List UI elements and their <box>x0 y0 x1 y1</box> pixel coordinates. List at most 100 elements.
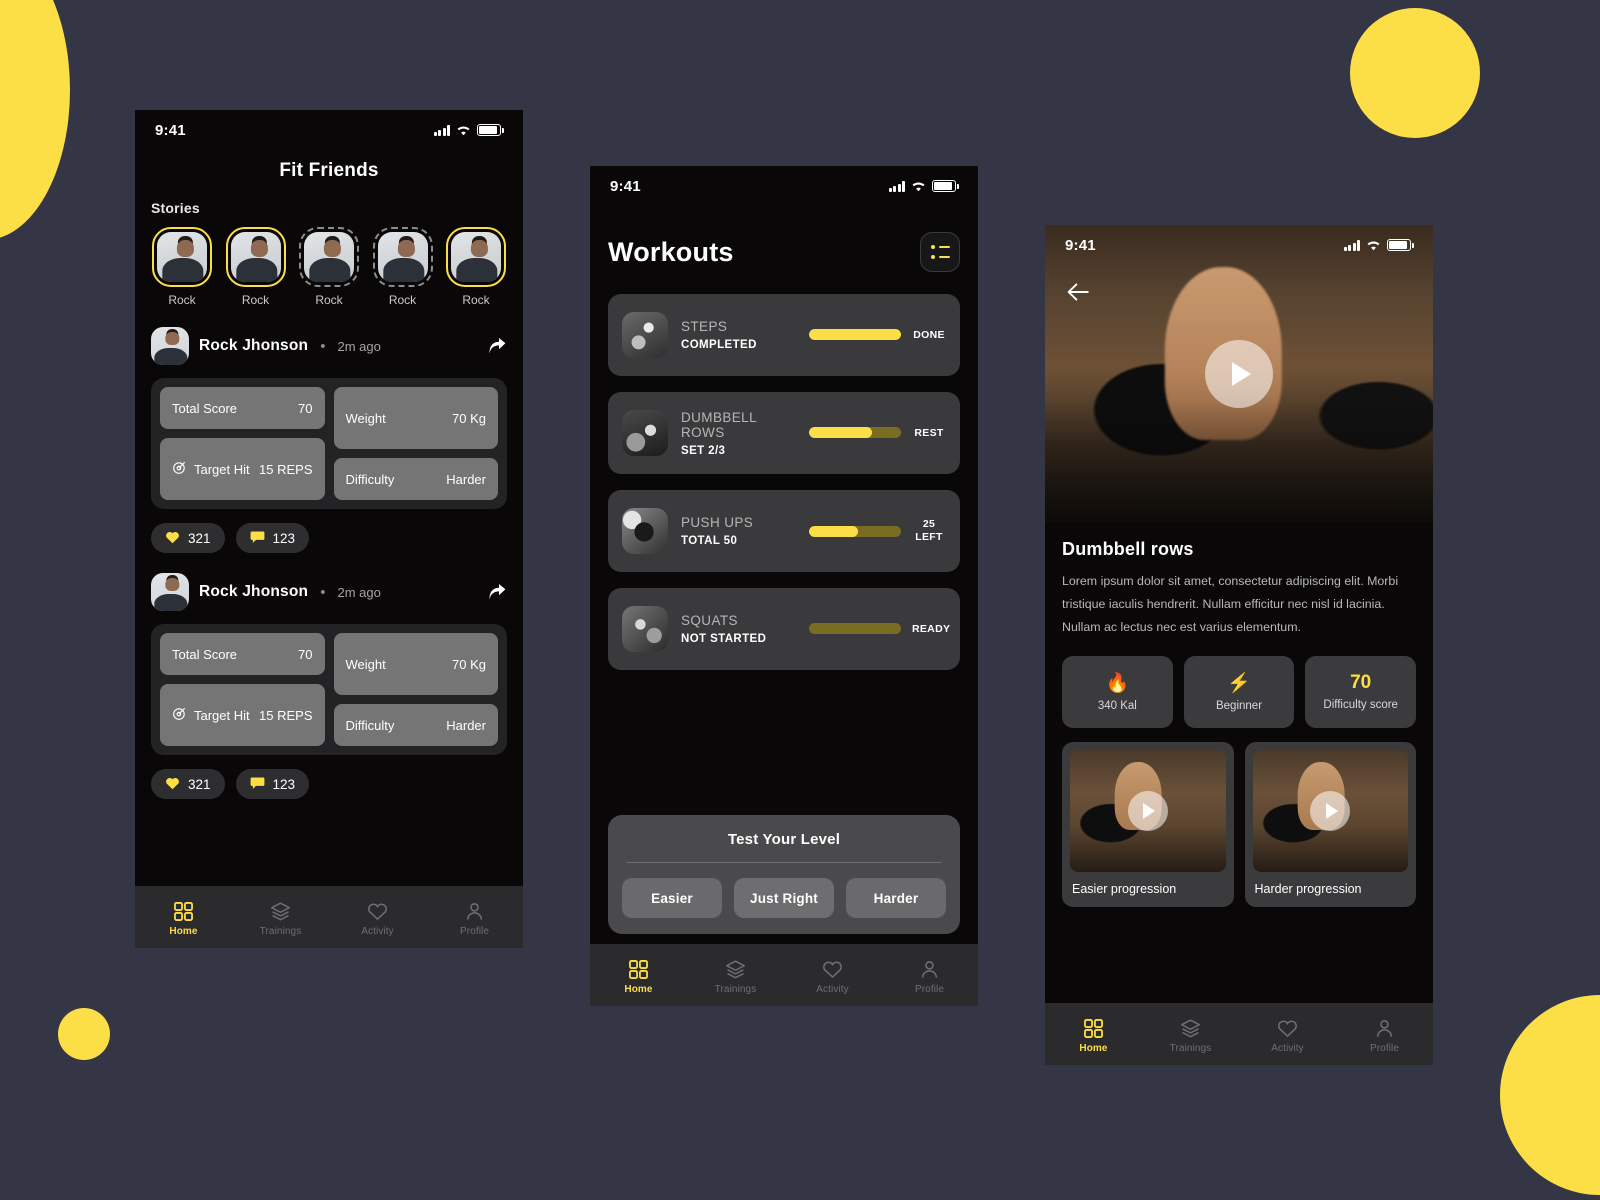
nav-item-home[interactable]: Home <box>135 902 232 937</box>
play-icon[interactable] <box>1310 790 1351 831</box>
exercise-stats: 🔥 340 Kal ⚡ Beginner 70 Difficulty score <box>1062 655 1417 728</box>
back-arrow-icon[interactable] <box>1067 283 1089 301</box>
nav-item-trainings[interactable]: Trainings <box>232 902 329 937</box>
progression-caption: Harder progression <box>1254 881 1362 896</box>
decorative-circle-top-left <box>0 0 70 240</box>
story-avatar <box>157 232 207 282</box>
nav-item-profile[interactable]: Profile <box>1336 1019 1433 1054</box>
story-ring[interactable] <box>372 227 433 287</box>
post-timestamp: 2m ago <box>337 584 381 600</box>
nav-item-profile[interactable]: Profile <box>881 960 978 995</box>
post-stats-card: Total Score 70 Target Hit 15 REPS Weight… <box>151 378 507 509</box>
feed-post: Rock Jhonson • 2m ago Total Score 70 Tar… <box>151 327 507 553</box>
target-icon <box>172 706 187 724</box>
stat-value: 70 <box>1350 672 1372 694</box>
nav-label: Home <box>1079 1042 1108 1054</box>
stat-level: ⚡ Beginner <box>1183 655 1295 728</box>
comment-count: 123 <box>272 530 296 546</box>
story-name: Rock <box>168 293 196 307</box>
phone-screen-workouts: 9:41 Workouts STEPS COMPLETED DONE DUMBB… <box>590 166 978 1006</box>
progression-card-easier[interactable]: Easier progression <box>1062 741 1234 907</box>
page-title: Workouts <box>608 236 734 267</box>
wifi-icon <box>1366 240 1381 251</box>
post-separator: • <box>320 583 326 601</box>
workout-thumbnail <box>622 508 668 554</box>
stat-label: Target Hit <box>194 707 250 723</box>
signal-icon <box>433 124 450 136</box>
level-button-just-right[interactable]: Just Right <box>734 878 834 918</box>
status-bar-time: 9:41 <box>610 177 641 195</box>
nav-label: Trainings <box>259 925 302 937</box>
phone-screen-exercise-detail: 9:41 Dumbbell rows Lorem ipsum dolor sit… <box>1045 225 1433 1065</box>
stat-label: Weight <box>345 656 386 672</box>
bottom-navigation: Home Trainings Activity Profile <box>590 944 978 1006</box>
status-bar-icons <box>1343 239 1414 251</box>
nav-item-home[interactable]: Home <box>590 960 687 995</box>
play-icon[interactable] <box>1127 790 1168 831</box>
like-count: 321 <box>188 776 211 792</box>
level-button-easier[interactable]: Easier <box>622 878 722 918</box>
story-item[interactable]: Rock <box>151 227 213 307</box>
level-button-harder[interactable]: Harder <box>846 878 946 918</box>
hero-video[interactable]: 9:41 <box>1045 225 1433 523</box>
progression-caption: Easier progression <box>1072 881 1177 896</box>
post-header: Rock Jhonson • 2m ago <box>151 573 507 611</box>
workout-row[interactable]: STEPS COMPLETED DONE <box>608 294 960 376</box>
heart-icon <box>367 902 388 922</box>
stat-label: Weight <box>345 410 386 426</box>
comment-button[interactable]: 123 <box>235 769 310 799</box>
stat-total-score: Total Score 70 <box>160 633 325 675</box>
exercise-title: Dumbbell rows <box>1062 539 1194 559</box>
story-ring[interactable] <box>299 227 359 287</box>
workout-subtitle: COMPLETED <box>681 339 757 351</box>
story-ring[interactable] <box>152 227 212 287</box>
nav-item-profile[interactable]: Profile <box>426 902 523 937</box>
stat-difficulty: Difficulty Harder <box>333 458 498 500</box>
progress-bar <box>809 427 901 439</box>
story-avatar <box>451 232 501 282</box>
avatar[interactable] <box>151 573 189 611</box>
workout-row[interactable]: PUSH UPS TOTAL 50 25 LEFT <box>608 490 960 572</box>
stat-weight: Weight 70 Kg <box>333 387 498 449</box>
nav-item-trainings[interactable]: Trainings <box>687 960 784 995</box>
progress-bar <box>809 525 901 537</box>
like-button[interactable]: 321 <box>151 769 225 799</box>
story-item[interactable]: Rock <box>372 227 434 307</box>
story-ring[interactable] <box>446 227 506 287</box>
post-author: Rock Jhonson <box>199 583 309 600</box>
nav-item-activity[interactable]: Activity <box>329 902 426 937</box>
workout-name: DUMBBELL ROWS <box>681 409 757 440</box>
story-item[interactable]: Rock <box>298 227 360 307</box>
workout-text: SQUATS NOT STARTED <box>681 613 796 645</box>
play-icon[interactable] <box>1205 340 1273 408</box>
stories-list: Rock Rock Rock Rock Rock <box>151 227 507 307</box>
status-bar-time: 9:41 <box>1065 236 1096 254</box>
workout-thumbnail <box>622 312 668 358</box>
stat-label: Total Score <box>172 646 238 662</box>
share-icon[interactable] <box>488 337 507 355</box>
stats-column-left: Total Score 70 Target Hit 15 REPS <box>160 633 325 746</box>
stat-label: Beginner <box>1215 700 1263 713</box>
share-icon[interactable] <box>488 583 507 601</box>
list-filter-icon[interactable] <box>920 232 960 272</box>
progression-card-harder[interactable]: Harder progression <box>1244 741 1416 907</box>
story-ring[interactable] <box>225 227 286 287</box>
progression-thumbnail <box>1070 749 1226 872</box>
nav-item-trainings[interactable]: Trainings <box>1142 1019 1239 1054</box>
story-item[interactable]: Rock <box>445 227 507 307</box>
stats-column-right: Weight 70 Kg Difficulty Harder <box>333 633 498 746</box>
post-stats-card: Total Score 70 Target Hit 15 REPS Weight… <box>151 624 507 755</box>
nav-label: Activity <box>1271 1042 1304 1054</box>
story-item[interactable]: Rock <box>225 227 287 307</box>
like-button[interactable]: 321 <box>151 523 225 553</box>
workout-row[interactable]: DUMBBELL ROWS SET 2/3 REST <box>608 392 960 474</box>
progression-thumbnail <box>1252 749 1408 872</box>
workout-row[interactable]: SQUATS NOT STARTED READY <box>608 588 960 670</box>
battery-icon <box>477 124 504 136</box>
nav-item-home[interactable]: Home <box>1045 1019 1142 1054</box>
comment-count: 123 <box>272 776 296 792</box>
nav-item-activity[interactable]: Activity <box>1239 1019 1336 1054</box>
avatar[interactable] <box>151 327 189 365</box>
nav-item-activity[interactable]: Activity <box>784 960 881 995</box>
comment-button[interactable]: 123 <box>235 523 310 553</box>
